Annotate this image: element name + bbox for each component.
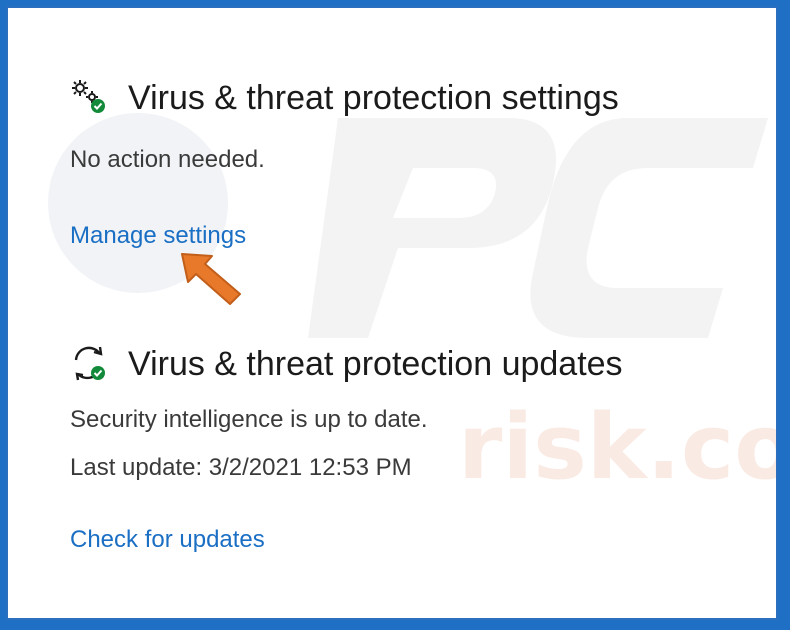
- refresh-check-icon: [74, 346, 105, 381]
- last-update-text: Last update: 3/2/2021 12:53 PM: [70, 454, 412, 481]
- pointer-arrow-icon: [181, 253, 241, 305]
- settings-title: Virus & threat protection settings: [128, 78, 619, 117]
- updates-heading: Virus & threat protection updates: [70, 344, 623, 384]
- manage-settings-link[interactable]: Manage settings: [70, 222, 619, 250]
- settings-section: Virus & threat protection settings No ac…: [70, 78, 619, 250]
- gears-check-icon: [72, 80, 105, 113]
- check-for-updates-link[interactable]: Check for updates: [70, 526, 623, 554]
- updates-title: Virus & threat protection updates: [128, 344, 623, 383]
- updates-section: Virus & threat protection updates Securi…: [70, 344, 623, 554]
- settings-status: No action needed.: [70, 146, 265, 173]
- settings-heading: Virus & threat protection settings: [70, 78, 619, 118]
- defender-panel: risk.com Virus & threat protection setti…: [6, 6, 778, 620]
- updates-status: Security intelligence is up to date.: [70, 406, 428, 433]
